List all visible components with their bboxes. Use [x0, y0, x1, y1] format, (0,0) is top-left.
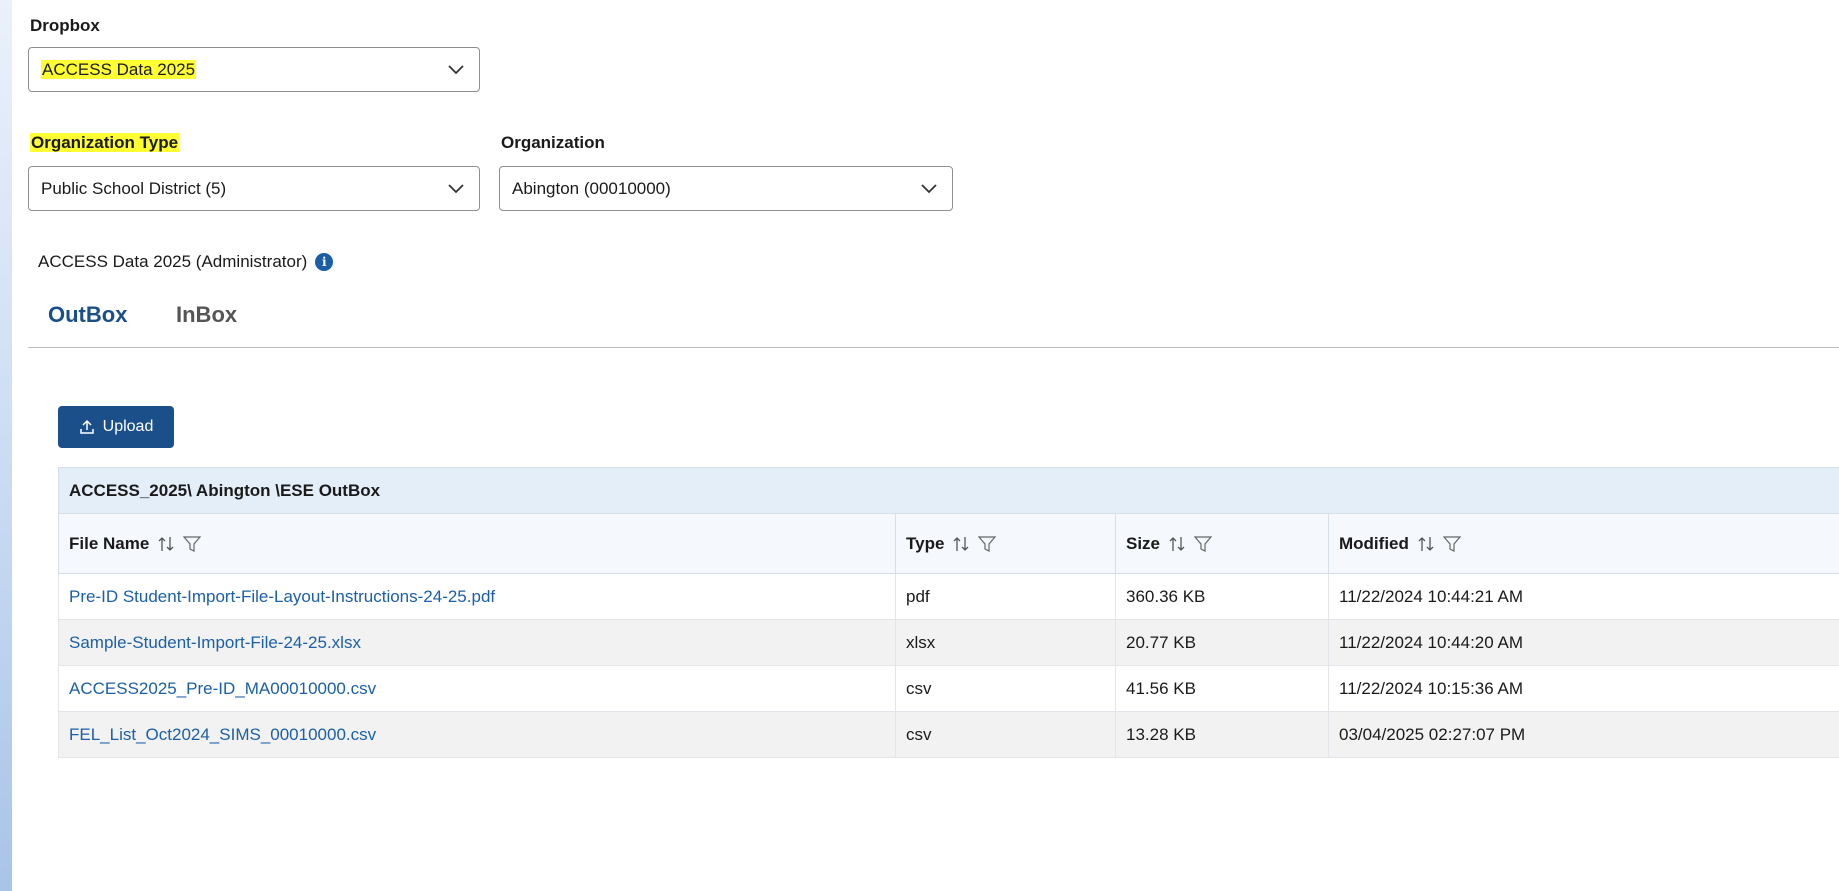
chevron-down-icon [445, 59, 467, 81]
column-header-label: Size [1126, 533, 1161, 553]
file-link[interactable]: ACCESS2025_Pre-ID_MA00010000.csv [69, 679, 376, 698]
filter-icon[interactable] [1194, 535, 1213, 553]
organization-type-select[interactable]: Public School District (5) [28, 166, 480, 211]
tab-inbox[interactable]: InBox [176, 302, 237, 328]
column-header-label: File Name [69, 533, 150, 553]
file-modified-cell: 03/04/2025 02:27:07 PM [1327, 711, 1839, 758]
dropbox-role-text: ACCESS Data 2025 (Administrator) [38, 252, 308, 271]
chevron-down-icon [445, 178, 467, 200]
file-link[interactable]: Pre-ID Student-Import-File-Layout-Instru… [69, 587, 495, 606]
upload-icon [79, 419, 95, 435]
organization-selected-text: Abington (00010000) [512, 178, 671, 198]
tab-inbox-label: InBox [176, 302, 238, 327]
column-header-label: Type [906, 533, 945, 553]
file-type-cell: xlsx [895, 619, 1116, 666]
file-modified-cell: 11/22/2024 10:44:20 AM [1327, 619, 1839, 666]
file-name-cell: Sample-Student-Import-File-24-25.xlsx [58, 619, 896, 666]
file-list: Pre-ID Student-Import-File-Layout-Instru… [58, 573, 1839, 758]
column-header-size[interactable]: Size [1115, 513, 1329, 574]
table-row: Sample-Student-Import-File-24-25.xlsx xl… [58, 619, 1839, 666]
filter-icon[interactable] [978, 535, 997, 553]
tab-outbox[interactable]: OutBox [48, 302, 127, 328]
chevron-down-icon [918, 178, 940, 200]
dropbox-page: Dropbox ACCESS Data 2025 Organization Ty… [0, 0, 1839, 891]
file-size-cell: 41.56 KB [1115, 665, 1329, 712]
dropbox-selected-text: ACCESS Data 2025 [41, 59, 197, 79]
sort-icon[interactable] [952, 536, 970, 552]
upload-button-label: Upload [102, 418, 154, 435]
dropbox-label-text: Dropbox [30, 16, 100, 35]
tab-outbox-label: OutBox [48, 302, 128, 327]
table-header-row: File Name Type Size Modified [58, 513, 1839, 574]
filter-icon[interactable] [183, 535, 202, 553]
file-type-cell: pdf [895, 573, 1116, 620]
file-type-cell: csv [895, 711, 1116, 758]
table-row: ACCESS2025_Pre-ID_MA00010000.csv csv 41.… [58, 665, 1839, 712]
table-row: Pre-ID Student-Import-File-Layout-Instru… [58, 573, 1839, 620]
file-table: ACCESS_2025\ Abington \ESE OutBox File N… [57, 467, 1839, 758]
organization-type-label: Organization Type [30, 133, 180, 153]
column-header-file-name[interactable]: File Name [58, 513, 896, 574]
column-header-type[interactable]: Type [895, 513, 1116, 574]
file-name-cell: FEL_List_Oct2024_SIMS_00010000.csv [58, 711, 896, 758]
sort-icon[interactable] [157, 536, 175, 552]
table-row: FEL_List_Oct2024_SIMS_00010000.csv csv 1… [58, 711, 1839, 758]
dropbox-role-line: ACCESS Data 2025 (Administrator) i [38, 252, 334, 272]
file-link[interactable]: Sample-Student-Import-File-24-25.xlsx [69, 633, 361, 652]
organization-type-selected-text: Public School District (5) [41, 178, 227, 198]
column-header-label: Modified [1339, 533, 1409, 553]
dropbox-select[interactable]: ACCESS Data 2025 [28, 47, 480, 92]
upload-button[interactable]: Upload [58, 406, 174, 448]
file-name-cell: Pre-ID Student-Import-File-Layout-Instru… [58, 573, 896, 620]
filter-icon[interactable] [1442, 535, 1461, 553]
file-modified-cell: 11/22/2024 10:44:21 AM [1327, 573, 1839, 620]
file-type-cell: csv [895, 665, 1116, 712]
folder-path-row: ACCESS_2025\ Abington \ESE OutBox [57, 467, 1839, 514]
file-size-cell: 20.77 KB [1115, 619, 1329, 666]
file-size-cell: 360.36 KB [1115, 573, 1329, 620]
sort-icon[interactable] [1168, 536, 1186, 552]
dropbox-label: Dropbox [30, 16, 100, 36]
file-name-cell: ACCESS2025_Pre-ID_MA00010000.csv [58, 665, 896, 712]
info-icon[interactable]: i [315, 253, 334, 271]
organization-label-text: Organization [501, 133, 605, 152]
window-edge [0, 0, 12, 891]
file-size-cell: 13.28 KB [1115, 711, 1329, 758]
organization-label: Organization [501, 133, 605, 153]
file-modified-cell: 11/22/2024 10:15:36 AM [1327, 665, 1839, 712]
organization-select[interactable]: Abington (00010000) [499, 166, 953, 211]
file-link[interactable]: FEL_List_Oct2024_SIMS_00010000.csv [69, 725, 376, 744]
organization-type-label-text: Organization Type [30, 133, 180, 152]
sort-icon[interactable] [1417, 536, 1435, 552]
column-header-modified[interactable]: Modified [1327, 513, 1839, 574]
folder-path: ACCESS_2025\ Abington \ESE OutBox [57, 467, 1839, 514]
dropbox-select-value: ACCESS Data 2025 [41, 59, 445, 80]
tabs-divider [28, 347, 1839, 348]
